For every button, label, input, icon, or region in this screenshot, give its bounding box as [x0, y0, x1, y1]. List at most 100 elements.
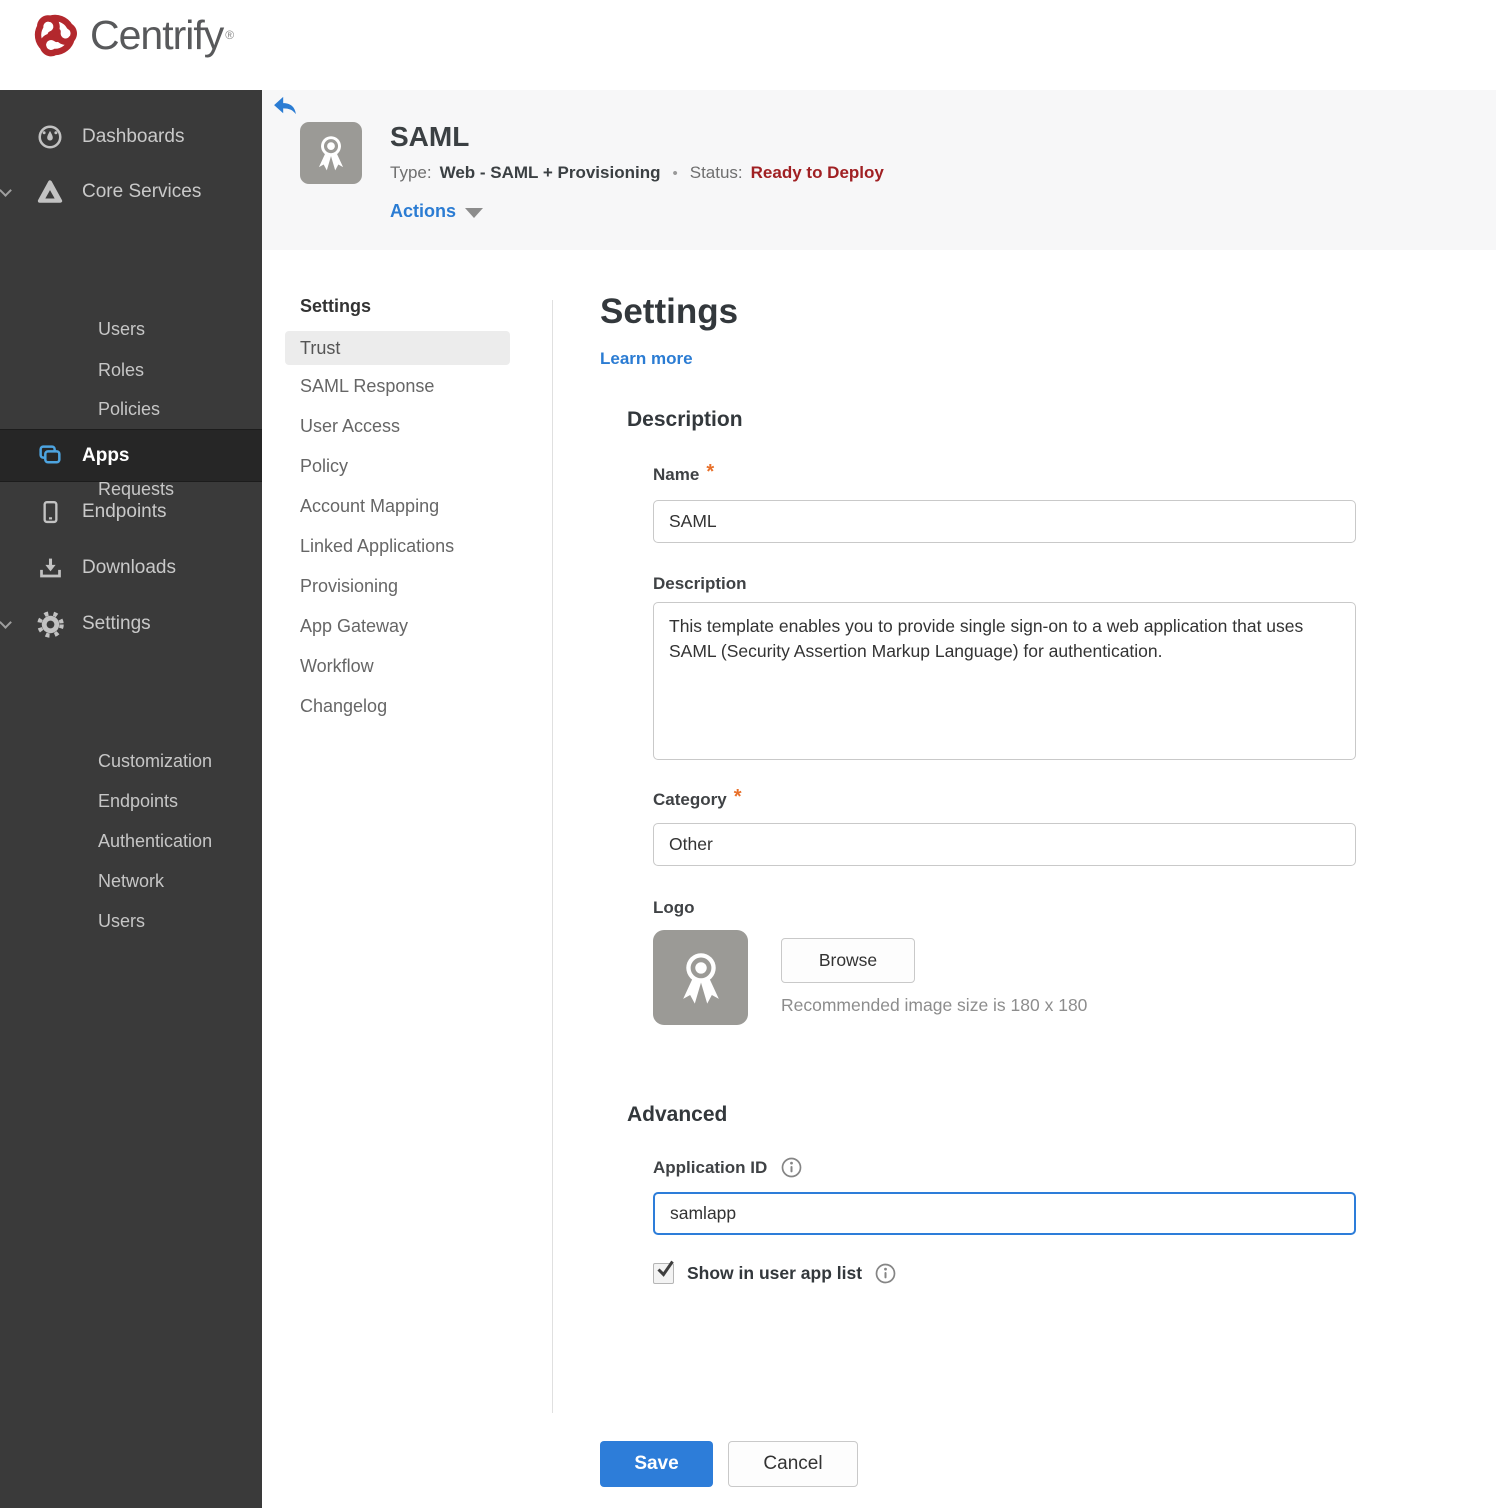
learn-more-link[interactable]: Learn more — [600, 349, 693, 369]
sidebar-item-label: Users — [98, 911, 146, 931]
sidebar-item-customization[interactable]: Customization — [98, 741, 262, 781]
name-label: Name * — [653, 461, 714, 488]
subnav-item-account-mapping[interactable]: Account Mapping — [300, 496, 530, 522]
info-icon[interactable] — [781, 1157, 802, 1178]
required-asterisk: * — [733, 786, 742, 808]
gear-icon — [35, 610, 65, 639]
actions-menu-button[interactable]: Actions — [390, 201, 484, 222]
gauge-icon — [35, 123, 65, 151]
top-bar: Centrify ® — [0, 0, 1496, 90]
category-label-text: Category — [653, 790, 727, 809]
show-in-user-app-list-row[interactable]: Show in user app list — [653, 1260, 896, 1284]
description-label: Description — [653, 574, 747, 594]
logo-size-hint: Recommended image size is 180 x 180 — [781, 995, 1088, 1015]
subnav-item-trust[interactable]: Trust — [285, 331, 510, 365]
show-in-user-app-list-checkbox[interactable] — [653, 1260, 674, 1284]
description-section-heading: Description — [627, 408, 743, 431]
application-id-input[interactable] — [653, 1192, 1356, 1235]
subnav-item-label: User Access — [300, 416, 401, 436]
subnav-item-label: Workflow — [300, 656, 374, 676]
sidebar-item-label: Roles — [98, 360, 145, 380]
sidebar-item-roles[interactable]: Roles — [98, 350, 262, 390]
sidebar-item-label: Apps — [82, 444, 130, 466]
sidebar-item-label: Authentication — [98, 831, 213, 851]
subnav-item-label: Provisioning — [300, 576, 399, 596]
sidebar-item-network[interactable]: Network — [98, 861, 262, 901]
brand-registered-mark: ® — [225, 28, 235, 42]
logo-label-text: Logo — [653, 898, 695, 917]
vertical-divider — [552, 300, 553, 1413]
checkmark-icon — [657, 1260, 674, 1277]
subnav-item-provisioning[interactable]: Provisioning — [300, 576, 530, 602]
subnav-item-user-access[interactable]: User Access — [300, 416, 530, 442]
description-textarea[interactable]: This template enables you to provide sin… — [653, 602, 1356, 760]
app-name-title: SAML — [390, 121, 470, 152]
subnav-item-label: Account Mapping — [300, 496, 440, 516]
save-button[interactable]: Save — [600, 1441, 713, 1487]
sidebar-item-label: Network — [98, 871, 165, 891]
sidebar-item-authentication[interactable]: Authentication — [98, 821, 262, 861]
sidebar-item-label: Policies — [98, 399, 161, 419]
sidebar-item-label: Endpoints — [82, 501, 167, 522]
sidebar-item-downloads[interactable]: Downloads — [0, 540, 262, 596]
actions-label: Actions — [390, 201, 457, 221]
app-meta-line: Type: Web - SAML + Provisioning • Status… — [390, 163, 884, 183]
sidebar-item-endpoints[interactable]: Endpoints — [0, 484, 262, 540]
stacked-windows-icon — [35, 442, 65, 469]
subnav-item-label: App Gateway — [300, 616, 409, 636]
name-input[interactable] — [653, 500, 1356, 543]
subnav-item-linked-applications[interactable]: Linked Applications — [300, 536, 530, 562]
brand-logo: Centrify ® — [30, 9, 234, 61]
smartphone-icon — [35, 499, 65, 526]
advanced-section-heading: Advanced — [627, 1103, 728, 1126]
sidebar-item-label: Core Services — [82, 181, 202, 202]
subnav-item-label: Linked Applications — [300, 536, 455, 556]
sidebar-item-endpoints-settings[interactable]: Endpoints — [98, 781, 262, 821]
sidebar-item-label: Users — [98, 319, 146, 339]
logo-preview — [653, 930, 748, 1025]
award-ribbon-icon — [682, 952, 719, 1004]
sidebar-item-core-services[interactable]: Core Services — [0, 164, 262, 220]
subnav-item-workflow[interactable]: Workflow — [300, 656, 530, 682]
category-label: Category * — [653, 786, 741, 813]
app-logo — [300, 122, 362, 184]
sidebar-item-dashboards[interactable]: Dashboards — [0, 109, 262, 165]
subnav-item-changelog[interactable]: Changelog — [300, 696, 530, 722]
cancel-button[interactable]: Cancel — [728, 1441, 858, 1487]
subnav-item-app-gateway[interactable]: App Gateway — [300, 616, 530, 642]
subnav-item-label: Trust — [300, 338, 341, 358]
brand-name: Centrify — [90, 11, 224, 58]
subnav-item-policy[interactable]: Policy — [300, 456, 530, 482]
sidebar-item-users-settings[interactable]: Users — [98, 901, 262, 941]
sidebar-item-label: Dashboards — [82, 126, 185, 147]
back-arrow-icon[interactable] — [273, 96, 297, 116]
subnav-item-saml-response[interactable]: SAML Response — [300, 376, 530, 402]
award-ribbon-icon — [318, 136, 344, 171]
application-id-label-row: Application ID — [653, 1157, 802, 1178]
logo-label: Logo — [653, 898, 695, 918]
sidebar-item-label: Customization — [98, 751, 213, 771]
chevron-down-icon — [465, 207, 484, 218]
browse-button[interactable]: Browse — [781, 938, 915, 983]
triangle-knot-icon — [35, 178, 65, 206]
required-asterisk: * — [706, 461, 715, 483]
sidebar-item-label: Endpoints — [98, 791, 179, 811]
sidebar: Dashboards Core Services Users Roles Pol… — [0, 90, 262, 1508]
description-label-text: Description — [653, 574, 747, 593]
centrify-knot-icon — [34, 14, 77, 57]
status-badge: Ready to Deploy — [750, 163, 884, 182]
type-value: Web - SAML + Provisioning — [439, 163, 661, 182]
info-icon[interactable] — [875, 1263, 896, 1284]
sidebar-item-policies[interactable]: Policies — [98, 389, 262, 429]
name-label-text: Name — [653, 465, 700, 484]
show-in-user-app-list-label: Show in user app list — [687, 1263, 863, 1283]
status-label: Status: — [689, 163, 743, 182]
sidebar-item-apps[interactable]: Apps — [0, 429, 262, 482]
sidebar-item-settings[interactable]: Settings — [0, 596, 262, 652]
category-input[interactable] — [653, 823, 1356, 866]
download-tray-icon — [35, 555, 65, 582]
sidebar-item-label: Downloads — [82, 557, 176, 578]
sidebar-item-users[interactable]: Users — [98, 309, 262, 349]
subnav-item-label: SAML Response — [300, 376, 435, 396]
type-label: Type: — [390, 163, 432, 182]
